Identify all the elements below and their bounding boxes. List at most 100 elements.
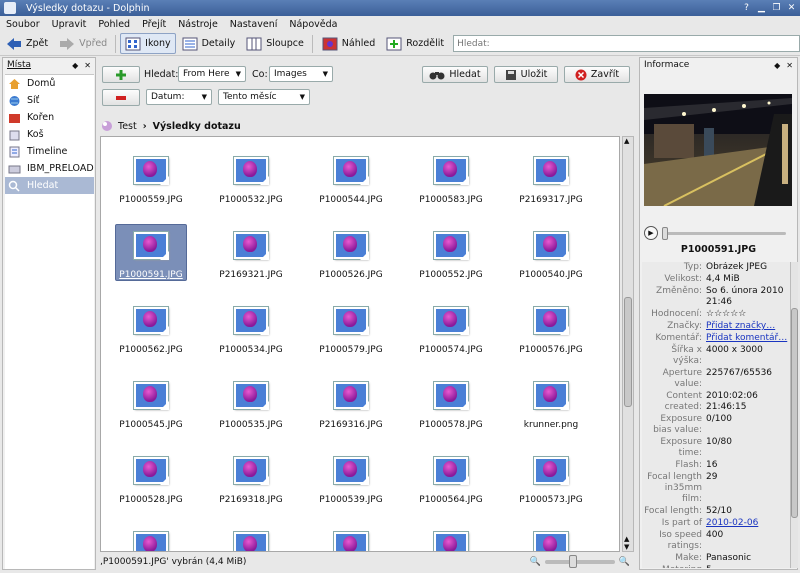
file-item[interactable]: P1000526.JPG [301,224,401,288]
scrollbar-thumb[interactable] [791,308,798,518]
menu-view[interactable]: Pohled [92,19,136,30]
menu-edit[interactable]: Upravit [46,19,93,30]
save-button[interactable]: Uložit [494,66,558,83]
window-title: Výsledky dotazu - Dolphin [26,2,150,14]
media-seek-slider[interactable] [662,226,786,240]
file-item[interactable]: P1000545.JPG [101,374,201,438]
file-item[interactable]: P1000573.JPG [501,449,601,513]
split-button[interactable]: Rozdělit [381,33,449,54]
file-item[interactable]: P1000532.JPG [201,149,301,213]
file-item[interactable] [301,524,401,551]
file-item[interactable]: P1000583.JPG [401,149,501,213]
date-value-select[interactable]: Tento měsíc ▼ [218,89,310,105]
file-item[interactable]: P2169318.JPG [201,449,301,513]
file-item[interactable]: P2169316.JPG [301,374,401,438]
search-button[interactable]: Hledat [422,66,488,83]
file-item[interactable]: krunner.png [501,374,601,438]
place-item-trash[interactable]: Koš [5,126,94,143]
menu-tools[interactable]: Nástroje [172,19,224,30]
columns-view-icon [246,37,262,50]
menu-settings[interactable]: Nastavení [224,19,284,30]
scroll-up-icon[interactable]: ▲ [624,137,629,145]
file-item[interactable]: P1000578.JPG [401,374,501,438]
image-file-icon [234,382,269,410]
metadata-key: Hodnocení: [651,309,702,319]
metadata-value: 29 [706,472,718,482]
file-item[interactable]: P1000579.JPG [301,299,401,363]
file-item[interactable]: P1000574.JPG [401,299,501,363]
file-item[interactable]: P1000591.JPG [101,224,201,288]
file-item[interactable] [201,524,301,551]
file-item[interactable]: P1000562.JPG [101,299,201,363]
float-icon[interactable]: ◆ [72,61,78,70]
image-file-icon [134,232,169,260]
place-item-network[interactable]: Síť [5,92,94,109]
close-pane-icon[interactable]: ✕ [84,61,91,70]
scroll-down-icon[interactable]: ▼ [624,543,629,551]
file-item[interactable]: P1000528.JPG [101,449,201,513]
maximize-button[interactable]: ❐ [770,2,783,15]
close-search-button[interactable]: Zavřít [564,66,630,83]
view-columns-button[interactable]: Sloupce [241,33,309,54]
breadcrumb-parent[interactable]: Test [118,121,137,132]
file-item[interactable]: P1000576.JPG [501,299,601,363]
file-item[interactable]: P1000534.JPG [201,299,301,363]
place-item-root[interactable]: Kořen [5,109,94,126]
file-item[interactable]: P1000539.JPG [301,449,401,513]
image-file-icon [534,232,569,260]
file-item[interactable]: P1000552.JPG [401,224,501,288]
info-title: Informace [644,60,690,70]
file-item[interactable]: P2169321.JPG [201,224,301,288]
help-icon[interactable]: ? [740,2,753,15]
metadata-value[interactable]: 2010-02-06 [706,518,790,529]
place-item-search[interactable]: Hledat [5,177,94,194]
vertical-scrollbar[interactable]: ▲ ▲ ▼ [622,136,634,552]
metadata-value[interactable]: Přidat komentář… [706,333,790,344]
scroll-up-icon[interactable]: ▲ [624,535,629,543]
preview-toggle[interactable]: Náhled [317,33,380,54]
file-item[interactable] [401,524,501,551]
file-item[interactable]: P1000535.JPG [201,374,301,438]
zoom-out-icon[interactable]: 🔍 [530,557,541,567]
file-item[interactable]: P1000564.JPG [401,449,501,513]
remove-criteria-button[interactable] [102,89,140,106]
close-pane-icon[interactable]: ✕ [786,61,793,70]
image-file-icon [434,532,468,551]
breadcrumb-current[interactable]: Výsledky dotazu [153,121,241,132]
add-criteria-button[interactable] [102,66,140,83]
date-field-select[interactable]: Datum: ▼ [146,89,212,105]
view-details-button[interactable]: Detaily [177,33,241,54]
place-item-ibm-preload[interactable]: IBM_PRELOAD [5,160,94,177]
search-from-select[interactable]: From Here ▼ [178,66,246,82]
menu-go[interactable]: Přejít [136,19,172,30]
zoom-slider-handle[interactable] [568,555,577,568]
search-what-select[interactable]: Images ▼ [269,66,333,82]
view-icons-button[interactable]: Ikony [120,33,176,54]
zoom-slider[interactable] [544,555,615,568]
file-item[interactable] [101,524,201,551]
file-item[interactable]: P1000544.JPG [301,149,401,213]
place-item-timeline[interactable]: Timeline [5,143,94,160]
back-button[interactable]: Zpět [1,33,53,54]
file-item[interactable]: P1000540.JPG [501,224,601,288]
file-item[interactable] [501,524,601,551]
search-input[interactable] [453,35,800,52]
place-item-home[interactable]: Domů [5,75,94,92]
play-icon[interactable]: ▶ [644,226,658,240]
metadata-value[interactable]: Přidat značky… [706,321,790,332]
scrollbar-thumb[interactable] [624,297,632,407]
search-what-label: Co: [252,69,268,80]
file-item[interactable]: P2169317.JPG [501,149,601,213]
menu-help[interactable]: Nápověda [283,19,343,30]
minimize-button[interactable]: ▁ [755,2,768,15]
globe-icon [9,95,20,106]
chevron-down-icon: ▼ [299,93,305,101]
float-icon[interactable]: ◆ [774,61,780,70]
zoom-in-icon[interactable]: 🔍 [619,557,630,567]
file-item[interactable]: P1000559.JPG [101,149,201,213]
close-window-button[interactable]: ✕ [785,2,798,15]
seek-handle[interactable] [662,226,668,240]
metadata-scrollbar[interactable] [790,262,798,568]
menu-file[interactable]: Soubor [0,19,46,30]
forward-button[interactable]: Vpřed [54,33,112,54]
